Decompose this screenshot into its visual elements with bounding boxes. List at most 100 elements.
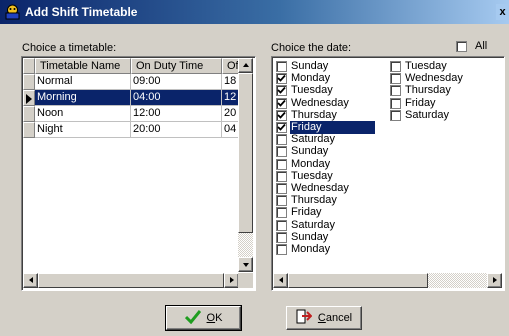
date-option[interactable]: Monday (276, 72, 386, 85)
date-label: Choice the date: (271, 42, 352, 54)
date-option[interactable]: Sunday (276, 145, 386, 158)
date-checkbox[interactable] (276, 170, 287, 182)
date-option[interactable]: Friday (390, 97, 500, 110)
close-button[interactable]: x (496, 4, 509, 20)
cancel-button[interactable]: Cancel (286, 306, 362, 330)
cell-on-duty-time[interactable]: 12:00 (131, 106, 222, 122)
date-option-label: Friday (290, 121, 375, 134)
date-scroll-left-button[interactable] (273, 273, 288, 288)
table-row[interactable]: Noon 12:00 20 (23, 106, 239, 122)
date-checkbox[interactable] (276, 146, 287, 158)
arrow-down-icon (243, 263, 249, 267)
date-option-label: Tuesday (291, 84, 333, 97)
date-hscroll-thumb[interactable] (288, 273, 428, 288)
timetable-label: Choice a timetable: (22, 42, 117, 54)
date-checkbox[interactable] (276, 85, 287, 97)
date-checkbox[interactable] (276, 183, 287, 194)
date-checkbox[interactable] (276, 195, 287, 207)
date-option[interactable]: Thursday (276, 109, 386, 122)
date-option-label: Monday (291, 243, 331, 255)
grid-scroll-left-button[interactable] (23, 273, 38, 288)
column-header-off-duty[interactable]: Of (222, 58, 239, 74)
date-option[interactable]: Monday (276, 243, 386, 256)
date-option[interactable]: Wednesday (390, 72, 500, 85)
date-option-label: Friday (291, 206, 322, 219)
date-option[interactable]: Tuesday (276, 84, 386, 97)
grid-vscroll-thumb[interactable] (238, 73, 253, 233)
date-checkbox[interactable] (276, 207, 287, 219)
arrow-left-icon (279, 277, 283, 283)
row-indicator (23, 106, 35, 122)
date-checkbox[interactable] (276, 244, 287, 255)
cell-off-duty-time[interactable]: 20 (222, 106, 239, 122)
date-option-label: Saturday (405, 108, 450, 121)
all-checkbox-box[interactable] (456, 41, 467, 52)
date-option-label: Wednesday (405, 72, 463, 85)
date-checkbox[interactable] (390, 85, 401, 97)
cell-timetable-name[interactable]: Night (35, 122, 131, 138)
grid-scroll-up-button[interactable] (238, 58, 253, 73)
cell-off-duty-time[interactable]: 12 (222, 90, 239, 106)
cancel-door-icon (296, 309, 313, 327)
table-row[interactable]: Night 20:00 04 (23, 122, 239, 138)
arrow-up-icon (243, 63, 249, 67)
cell-on-duty-time[interactable]: 20:00 (131, 122, 222, 138)
date-checkbox[interactable] (390, 97, 401, 109)
all-checkbox[interactable]: All (456, 40, 496, 53)
date-option[interactable]: Monday (276, 158, 386, 171)
date-option[interactable]: Sunday (276, 60, 386, 73)
grid-scroll-down-button[interactable] (238, 257, 253, 272)
cell-on-duty-time[interactable]: 04:00 (131, 90, 222, 106)
ok-button[interactable]: OK (165, 305, 242, 331)
date-option-label: Wednesday (291, 96, 349, 109)
date-option[interactable]: Saturday (390, 108, 500, 122)
date-checkbox[interactable] (276, 73, 287, 85)
cell-off-duty-time[interactable]: 18 (222, 74, 239, 90)
column-header-on-duty[interactable]: On Duty Time (131, 58, 222, 74)
cell-off-duty-time[interactable]: 04 (222, 122, 239, 138)
date-option-label: Saturday (291, 218, 336, 231)
date-checkbox[interactable] (276, 122, 287, 133)
grid-hscroll-thumb[interactable] (38, 273, 224, 288)
date-checklist[interactable]: Sunday Monday Tuesday Wednesday Thursday Frid… (271, 56, 505, 291)
table-row[interactable]: Morning 04:00 12 (23, 90, 239, 106)
date-option[interactable]: Friday (276, 121, 386, 134)
cell-timetable-name[interactable]: Noon (35, 106, 131, 122)
row-indicator (23, 90, 35, 106)
date-option[interactable]: Sunday (276, 230, 386, 244)
date-option[interactable]: Friday (276, 206, 386, 219)
date-checkbox[interactable] (276, 158, 287, 170)
checkmark-icon (184, 309, 201, 327)
date-checkbox[interactable] (276, 134, 287, 146)
date-option-label: Thursday (405, 84, 451, 97)
cell-timetable-name[interactable]: Morning (35, 90, 131, 106)
title-bar[interactable]: Add Shift Timetable x (0, 0, 509, 24)
date-option[interactable]: Wednesday (276, 182, 386, 195)
date-checkbox[interactable] (390, 61, 401, 72)
date-option[interactable]: Thursday (390, 84, 500, 97)
date-checkbox[interactable] (390, 73, 401, 85)
table-row[interactable]: Normal 09:00 18 (23, 74, 239, 90)
date-option-label: Sunday (291, 230, 329, 243)
date-option[interactable]: Tuesday (276, 169, 386, 183)
grid-scroll-right-button[interactable] (224, 273, 239, 288)
date-checkbox[interactable] (390, 109, 401, 121)
date-option[interactable]: Tuesday (390, 60, 500, 73)
date-option[interactable]: Wednesday (276, 96, 386, 110)
grid-header: Timetable Name On Duty Time Of (23, 58, 239, 74)
date-option-label: Tuesday (291, 169, 333, 182)
date-option[interactable]: Thursday (276, 194, 386, 207)
date-checkbox[interactable] (276, 231, 287, 243)
date-checkbox[interactable] (276, 109, 287, 121)
date-checkbox[interactable] (276, 61, 287, 72)
date-checkbox[interactable] (276, 219, 287, 231)
cell-timetable-name[interactable]: Normal (35, 74, 131, 90)
column-header-name[interactable]: Timetable Name (35, 58, 131, 74)
date-scroll-right-button[interactable] (487, 273, 502, 288)
timetable-grid[interactable]: Timetable Name On Duty Time Of Normal 09:… (21, 56, 256, 291)
cell-on-duty-time[interactable]: 09:00 (131, 74, 222, 90)
date-option[interactable]: Saturday (276, 133, 386, 146)
date-option[interactable]: Saturday (276, 218, 386, 232)
date-checkbox[interactable] (276, 97, 287, 109)
cancel-button-label: Cancel (317, 312, 353, 324)
